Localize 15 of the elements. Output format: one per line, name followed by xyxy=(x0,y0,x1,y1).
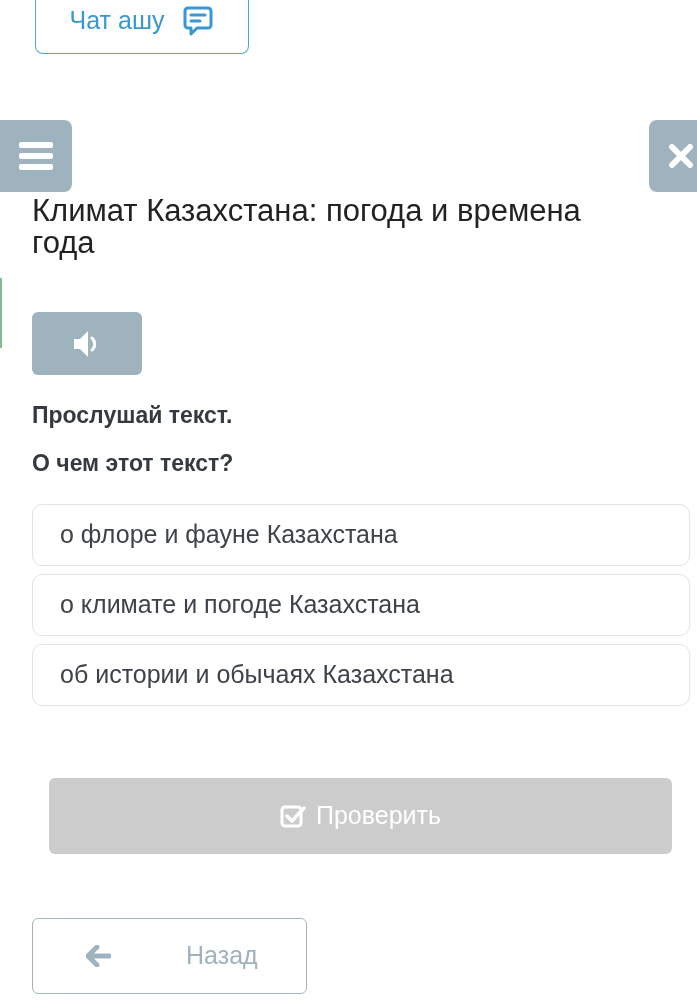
answer-option[interactable]: об истории и обычаях Казахстана xyxy=(32,644,690,706)
menu-button[interactable] xyxy=(0,120,72,192)
close-icon xyxy=(669,144,693,168)
lesson-title: Климат Казахстана: погода и времена года xyxy=(32,195,582,259)
arrow-left-icon xyxy=(86,945,111,967)
menu-icon xyxy=(19,142,53,170)
check-square-icon xyxy=(280,804,306,828)
answer-option[interactable]: о климате и погоде Казахстана xyxy=(32,574,690,636)
chat-bubble-icon xyxy=(182,4,215,37)
close-button[interactable] xyxy=(649,120,697,192)
answer-option[interactable]: о флоре и фауне Казахстана xyxy=(32,504,690,566)
side-accent-bar xyxy=(0,278,2,348)
question-text: О чем этот текст? xyxy=(32,449,235,478)
audio-button[interactable] xyxy=(32,312,142,375)
instruction-text: Прослушай текст. xyxy=(32,401,234,430)
